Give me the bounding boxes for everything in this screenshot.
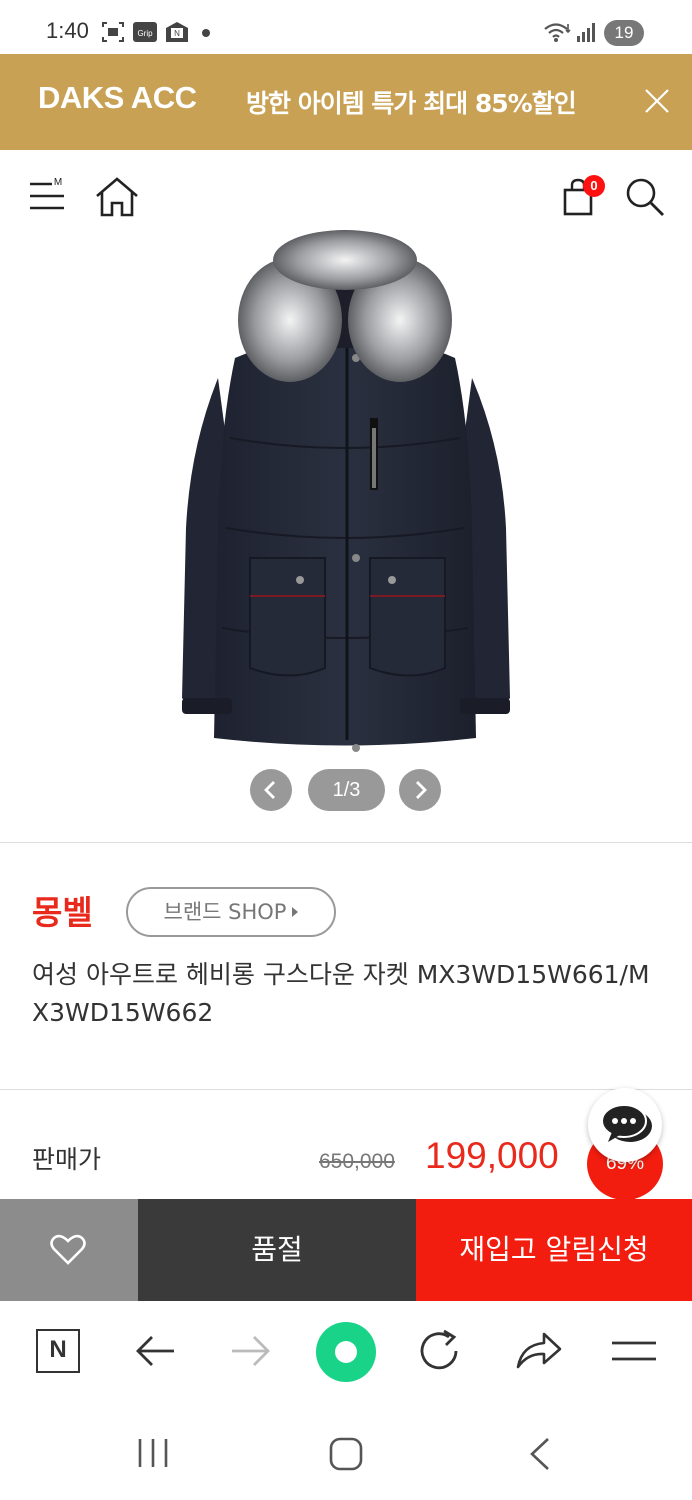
share-icon[interactable] bbox=[514, 1331, 564, 1371]
promo-banner[interactable]: DAKS ACC 방한 아이템 특가 최대 85%할인 bbox=[0, 54, 692, 150]
brand-shop-button[interactable]: 브랜드 SHOP bbox=[126, 887, 336, 937]
status-time: 1:40 bbox=[46, 18, 89, 43]
search-icon[interactable] bbox=[624, 176, 666, 218]
sale-price: 199,000 bbox=[425, 1135, 559, 1176]
product-image[interactable] bbox=[160, 228, 530, 758]
grip-icon-label: Grip bbox=[137, 29, 153, 38]
back-arrow-icon[interactable] bbox=[134, 1333, 176, 1369]
site-header: M 0 bbox=[0, 150, 692, 240]
home-nav-icon[interactable] bbox=[328, 1437, 364, 1471]
product-title: 여성 아우트로 헤비롱 구스다운 자켓 MX3WD15W661/MX3WD15W… bbox=[32, 960, 650, 1027]
promo-text: 방한 아이템 특가 최대 85%할인 bbox=[246, 89, 577, 118]
caret-right-icon bbox=[292, 907, 299, 917]
wishlist-button[interactable] bbox=[0, 1199, 138, 1301]
menu-icon[interactable]: M bbox=[28, 176, 68, 216]
chat-button[interactable] bbox=[588, 1088, 662, 1162]
heart-icon bbox=[50, 1234, 86, 1265]
green-dot-icon[interactable] bbox=[315, 1321, 377, 1383]
back-nav-icon[interactable] bbox=[526, 1437, 552, 1471]
chat-bubble-icon bbox=[601, 1104, 652, 1142]
signal-icon bbox=[577, 23, 595, 42]
chevron-left-icon bbox=[264, 781, 275, 799]
naver-home-letter: N bbox=[49, 1336, 67, 1363]
brand-name[interactable]: 몽벨 bbox=[32, 886, 93, 934]
recent-apps-icon[interactable] bbox=[136, 1437, 170, 1469]
grip-app-icon: Grip bbox=[133, 22, 157, 42]
status-bar: 1:40 Grip N 19 bbox=[0, 0, 692, 54]
promo-brand: DAKS ACC bbox=[38, 80, 197, 115]
chevron-right-icon bbox=[416, 781, 427, 799]
hamburger-menu-icon[interactable] bbox=[610, 1339, 658, 1365]
wifi-icon bbox=[544, 23, 571, 42]
original-price: 650,000 bbox=[319, 1150, 395, 1173]
home-icon[interactable] bbox=[94, 176, 140, 218]
mail-icon-label: N bbox=[174, 29, 180, 38]
gallery-counter: 1/3 bbox=[308, 769, 385, 811]
refresh-icon[interactable] bbox=[418, 1329, 464, 1373]
close-icon[interactable] bbox=[642, 86, 672, 116]
system-nav-bar bbox=[0, 1401, 692, 1500]
brand-shop-label: 브랜드 SHOP bbox=[163, 900, 287, 924]
forward-arrow-icon[interactable] bbox=[230, 1333, 272, 1369]
naver-home-button[interactable]: N bbox=[36, 1329, 80, 1373]
notification-dot-icon bbox=[202, 29, 210, 37]
naver-mail-icon: N bbox=[166, 22, 188, 42]
section-divider bbox=[0, 842, 692, 843]
cart-button[interactable]: 0 bbox=[562, 175, 606, 218]
battery-indicator: 19 bbox=[604, 20, 644, 46]
screenshot-icon bbox=[102, 22, 124, 42]
restock-alert-button[interactable]: 재입고 알림신청 bbox=[416, 1199, 692, 1301]
soldout-button[interactable]: 품절 bbox=[138, 1199, 416, 1301]
menu-superscript: M bbox=[54, 177, 62, 188]
gallery-prev-button[interactable] bbox=[250, 769, 292, 811]
price-label: 판매가 bbox=[32, 1145, 102, 1174]
cart-count-badge: 0 bbox=[583, 175, 605, 197]
gallery-next-button[interactable] bbox=[399, 769, 441, 811]
browser-toolbar: N bbox=[0, 1301, 692, 1401]
